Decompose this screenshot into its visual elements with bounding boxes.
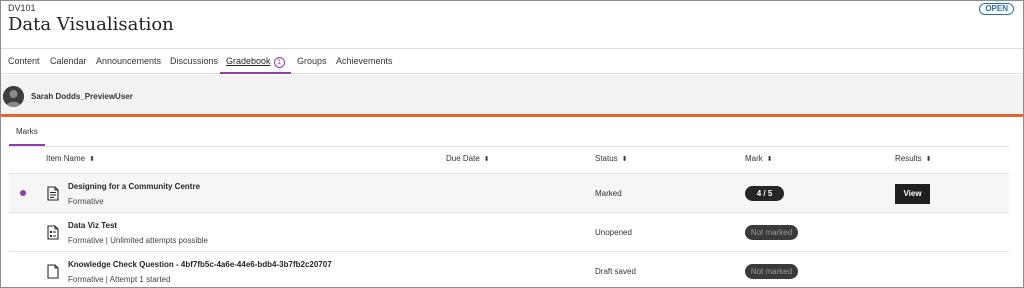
tab-discussions[interactable]: Discussions (170, 49, 218, 74)
tab-groups[interactable]: Groups (297, 49, 327, 74)
column-header-mark[interactable]: Mark ⬍ (745, 154, 773, 163)
column-header-label: Item Name (46, 154, 86, 163)
column-header-label: Status (595, 154, 618, 163)
item-title[interactable]: Data Viz Test (68, 221, 117, 230)
course-nav: Content Calendar Announcements Discussio… (1, 48, 1023, 74)
column-header-label: Mark (745, 154, 763, 163)
gradebook-count-badge: 1 (273, 57, 285, 68)
mark-pill: Not marked (745, 264, 798, 279)
view-results-button[interactable]: View (895, 184, 930, 204)
user-silhouette-icon (3, 86, 24, 107)
tab-calendar[interactable]: Calendar (50, 49, 87, 74)
tab-content[interactable]: Content (8, 49, 40, 74)
mark-pill: 4 / 5 (745, 186, 784, 201)
tab-gradebook[interactable]: Gradebook 1 (220, 49, 291, 74)
item-title[interactable]: Knowledge Check Question - 4bf7fb5c-4a6e… (68, 260, 332, 269)
test-document-icon (47, 225, 59, 240)
course-page: DV101 Data Visualisation OPEN Content Ca… (0, 0, 1024, 288)
column-header-label: Due Date (446, 154, 480, 163)
avatar (3, 86, 24, 107)
column-header-status[interactable]: Status ⬍ (595, 154, 628, 163)
sort-icon: ⬍ (483, 156, 490, 163)
course-title: Data Visualisation (8, 14, 174, 35)
column-header-results[interactable]: Results ⬍ (895, 154, 932, 163)
document-icon (47, 186, 59, 201)
course-code: DV101 (8, 3, 36, 13)
user-bar: Sarah Dodds_PreviewUser (1, 75, 1023, 117)
sort-icon: ⬍ (621, 156, 628, 163)
tab-achievements[interactable]: Achievements (336, 49, 393, 74)
new-activity-dot-icon (20, 190, 26, 196)
table-row: Data Viz Test Formative | Unlimited atte… (9, 212, 1009, 251)
column-header-due-date[interactable]: Due Date ⬍ (446, 154, 490, 163)
table-row: Designing for a Community Centre Formati… (9, 173, 1009, 212)
tab-gradebook-label: Gradebook (226, 56, 271, 66)
item-status: Unopened (595, 228, 632, 237)
item-status: Draft saved (595, 267, 636, 276)
item-status: Marked (595, 189, 622, 198)
course-status-badge: OPEN (979, 3, 1014, 15)
user-name: Sarah Dodds_PreviewUser (31, 92, 133, 101)
column-header-item-name[interactable]: Item Name ⬍ (46, 154, 95, 163)
tab-announcements[interactable]: Announcements (96, 49, 161, 74)
item-subtitle: Formative | Attempt 1 started (68, 275, 171, 284)
sort-icon: ⬍ (925, 156, 932, 163)
sort-icon: ⬍ (89, 156, 95, 163)
subtab-divider (9, 146, 1009, 147)
mark-pill: Not marked (745, 225, 798, 240)
table-row: Knowledge Check Question - 4bf7fb5c-4a6e… (9, 251, 1009, 287)
item-subtitle: Formative | Unlimited attempts possible (68, 236, 208, 245)
subtab-marks[interactable]: Marks (9, 122, 45, 146)
item-title[interactable]: Designing for a Community Centre (68, 182, 200, 191)
sort-icon: ⬍ (766, 156, 773, 163)
column-header-label: Results (895, 154, 922, 163)
blank-document-icon (47, 264, 59, 279)
item-subtitle: Formative (68, 197, 104, 206)
